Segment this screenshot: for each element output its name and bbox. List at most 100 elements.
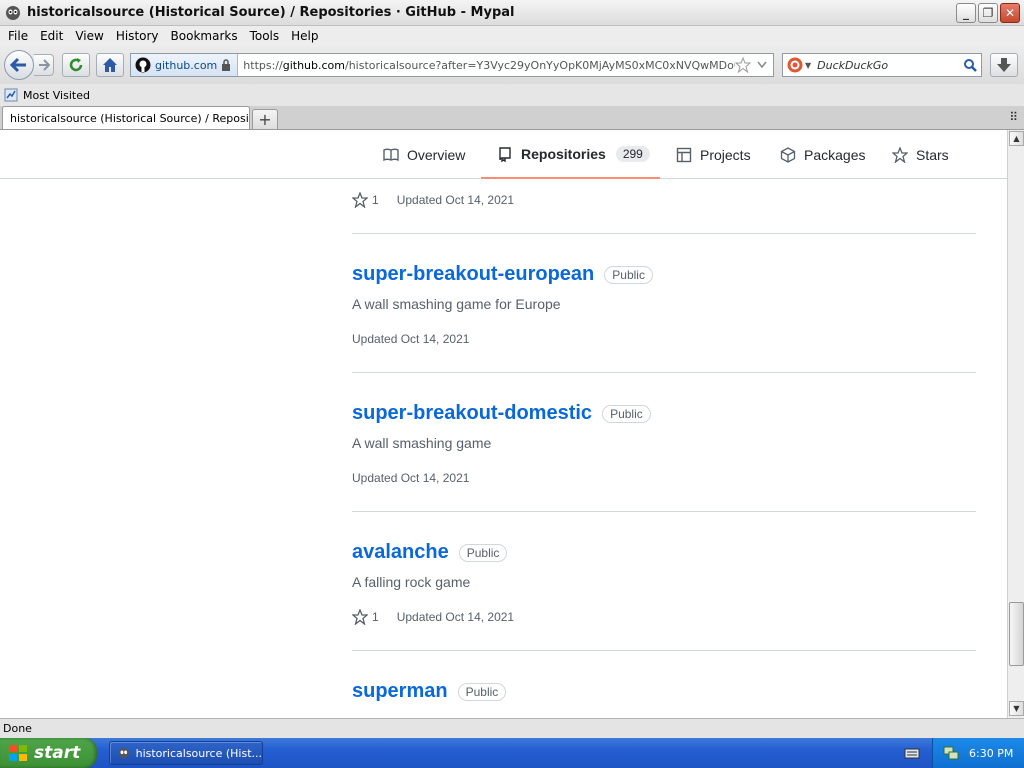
repo-title-row: superman Public: [352, 680, 507, 703]
menu-edit[interactable]: Edit: [34, 29, 69, 43]
star-count-link[interactable]: 1: [352, 192, 379, 208]
repo-icon: [499, 146, 511, 162]
home-button[interactable]: [96, 53, 124, 77]
mypal-task-icon: [118, 747, 129, 759]
back-button[interactable]: [4, 50, 34, 80]
star-count: 1: [372, 610, 379, 624]
url-path: /historicalsource?after=Y3Vyc29yOnYyOpK0…: [345, 58, 735, 72]
reload-button[interactable]: [62, 53, 90, 77]
menu-tools[interactable]: Tools: [244, 29, 286, 43]
star-outline-icon: [352, 192, 368, 208]
clock[interactable]: 6:30 PM: [969, 747, 1013, 760]
restore-button[interactable]: ❐: [978, 3, 998, 23]
taskbar-window-button[interactable]: historicalsource (Hist...: [109, 741, 263, 765]
site-identity-button[interactable]: github.com: [131, 54, 239, 76]
start-label: start: [34, 743, 81, 763]
new-tab-button[interactable]: +: [252, 109, 278, 129]
star-count-link[interactable]: 1: [352, 609, 379, 625]
repo-divider: [352, 233, 976, 234]
search-bar[interactable]: ▼ DuckDuckGo: [782, 53, 982, 77]
tab-repositories-label: Repositories: [521, 145, 606, 162]
list-all-tabs-icon[interactable]: ⠿: [1009, 110, 1018, 124]
menu-bar: File Edit View History Bookmarks Tools H…: [0, 26, 1024, 46]
forward-button[interactable]: [34, 54, 54, 76]
repo-divider: [352, 650, 976, 651]
lock-icon: [222, 59, 231, 71]
most-visited-folder-icon: [4, 88, 18, 102]
repo-name-link[interactable]: superman: [352, 680, 448, 703]
repo-meta: 1 Updated Oct 14, 2021: [352, 609, 514, 625]
duckduckgo-icon[interactable]: [787, 57, 803, 73]
close-window-button[interactable]: ✕: [1000, 3, 1020, 23]
repo-name-link[interactable]: avalanche: [352, 541, 449, 564]
profile-nav: Overview Repositories 299 Projects Packa…: [0, 130, 1007, 179]
updated-date: Updated Oct 14, 2021: [396, 193, 515, 207]
tab-overview[interactable]: Overview: [383, 130, 465, 179]
tab-packages-label: Packages: [804, 146, 866, 163]
search-engine-dropdown-icon[interactable]: ▼: [805, 61, 811, 70]
tab-projects[interactable]: Projects: [676, 130, 751, 179]
start-button[interactable]: start: [0, 738, 97, 768]
visibility-badge: Public: [602, 404, 651, 423]
scroll-up-arrow-icon[interactable]: ▲: [1009, 131, 1024, 146]
star-count: 1: [372, 193, 379, 207]
tab-overview-label: Overview: [407, 146, 466, 163]
tab-stars[interactable]: Stars: [892, 130, 949, 179]
tab-repositories[interactable]: Repositories 299: [481, 130, 660, 179]
network-tray-icon[interactable]: [943, 745, 959, 761]
tab-stars-label: Stars: [916, 146, 949, 163]
repo-title-row: avalanche Public: [352, 541, 508, 564]
download-arrow-icon: [997, 58, 1011, 72]
menu-bookmarks[interactable]: Bookmarks: [165, 29, 244, 43]
most-visited-bookmark[interactable]: Most Visited: [23, 89, 90, 102]
mypal-app-icon: [6, 5, 20, 20]
url-bar[interactable]: github.com https://github.com/historical…: [130, 53, 774, 77]
system-tray: 6:30 PM: [932, 738, 1024, 768]
search-icon[interactable]: [963, 58, 977, 72]
taskbar: start historicalsource (Hist...: [0, 738, 1024, 768]
minimize-button[interactable]: _: [956, 3, 976, 23]
tab-packages[interactable]: Packages: [780, 130, 865, 179]
tab-github-repositories[interactable]: historicalsource (Historical Source) / R…: [2, 106, 250, 129]
tab-projects-label: Projects: [700, 146, 751, 163]
repo-description: A wall smashing game: [352, 435, 492, 451]
book-icon: [383, 148, 399, 161]
tab-title: historicalsource (Historical Source) / R…: [10, 111, 250, 125]
star-outline-icon: [352, 609, 368, 625]
url-dropdown-icon[interactable]: [757, 61, 767, 69]
menu-history[interactable]: History: [110, 29, 165, 43]
menu-help[interactable]: Help: [285, 29, 324, 43]
page-content: Overview Repositories 299 Projects Packa…: [0, 130, 1007, 718]
window-titlebar: historicalsource (Historical Source) / R…: [0, 0, 1024, 26]
updated-date: Updated Oct 14, 2021: [352, 471, 470, 485]
search-placeholder: DuckDuckGo: [817, 58, 889, 72]
repo-description: A wall smashing game for Europe: [352, 296, 561, 312]
repo-meta-top: 1 Updated Oct 14, 2021: [352, 192, 514, 208]
menu-view[interactable]: View: [69, 29, 109, 43]
repo-meta: Updated Oct 14, 2021: [352, 332, 469, 346]
visibility-badge: Public: [604, 265, 653, 284]
bookmark-star-icon[interactable]: [735, 57, 751, 73]
windows-logo-icon: [9, 745, 27, 761]
bookmarks-toolbar: Most Visited: [0, 84, 1024, 106]
updated-date: Updated Oct 14, 2021: [352, 332, 470, 346]
scroll-down-arrow-icon[interactable]: ▼: [1009, 701, 1024, 716]
scrollbar-thumb[interactable]: [1009, 602, 1024, 666]
visibility-badge: Public: [457, 682, 507, 701]
reload-icon: [69, 58, 83, 72]
table-icon: [676, 147, 692, 162]
url-host: github.com: [282, 58, 345, 72]
repo-name-link[interactable]: super-breakout-european: [352, 263, 594, 286]
menu-file[interactable]: File: [2, 29, 34, 43]
vertical-scrollbar[interactable]: ▲ ▼: [1007, 130, 1024, 718]
downloads-button[interactable]: [990, 53, 1018, 77]
repo-name-link[interactable]: super-breakout-domestic: [352, 402, 592, 425]
repo-title-row: super-breakout-european Public: [352, 263, 653, 286]
navigation-toolbar: github.com https://github.com/historical…: [0, 46, 1024, 84]
repo-description: A falling rock game: [352, 574, 471, 590]
github-favicon-icon: [135, 57, 151, 73]
url-text[interactable]: https://github.com/historicalsource?afte…: [238, 59, 735, 72]
forward-arrow-icon: [38, 59, 50, 71]
repo-meta: Updated Oct 14, 2021: [352, 471, 469, 485]
keyboard-language-icon[interactable]: [904, 745, 920, 761]
